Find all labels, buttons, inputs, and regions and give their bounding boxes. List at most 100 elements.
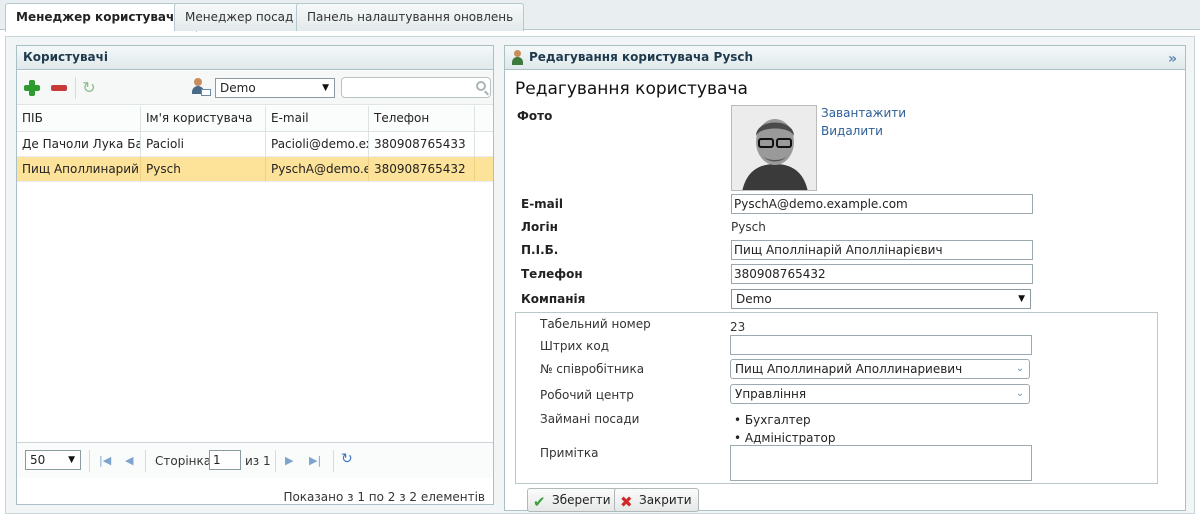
app-window: Менеджер користувачів Менеджер посад Пан… (0, 0, 1200, 520)
workcenter-combo-value: Управління (735, 387, 807, 401)
refresh-icon[interactable]: ↻ (341, 451, 353, 467)
edit-panel-header: Редагування користувача Pysch » (505, 46, 1185, 70)
note-textarea[interactable] (730, 445, 1032, 481)
delete-photo-link[interactable]: Видалити (821, 124, 883, 138)
pager-divider (89, 450, 90, 472)
position-item-label: Адміністратор (744, 431, 836, 445)
refresh-icon[interactable]: ↻ (80, 79, 98, 97)
users-search-input[interactable] (341, 77, 491, 98)
upload-photo-link[interactable]: Завантажити (821, 106, 906, 120)
table-row-selected[interactable]: Пищ Аполлинарий А Pysch PyschA@demo.ex 3… (17, 157, 493, 182)
users-panel: Користувачі ↻ Demo ▼ ПІБ Ім'я користувач… (16, 45, 494, 505)
page-size-select[interactable]: 50 ▼ (25, 450, 81, 470)
close-button-label: Закрити (639, 493, 692, 507)
pager: 50 ▼ |◀ ◀ Сторінка 1 из 1 ▶ ▶| ↻ (17, 442, 493, 478)
position-item: • Адміністратор (734, 431, 836, 445)
employee-combo[interactable]: Пищ Аполлинарий Аполлинариевич ⌄ (730, 359, 1030, 379)
photo-label: Фото (517, 109, 553, 123)
user-photo (731, 105, 817, 191)
position-item: • Бухгалтер (734, 413, 811, 427)
prev-page-icon[interactable]: ◀ (125, 454, 133, 467)
login-label: Логін (521, 220, 558, 234)
search-icon (476, 81, 486, 91)
save-button[interactable]: ✔ Зберегти (527, 488, 618, 512)
page-size-value: 50 (30, 453, 46, 467)
last-page-icon[interactable]: ▶| (309, 454, 321, 467)
first-page-icon[interactable]: |◀ (99, 454, 111, 467)
email-label: E-mail (521, 197, 564, 211)
cell-phone: 380908765432 (369, 157, 475, 181)
workcenter-combo[interactable]: Управління ⌄ (730, 384, 1030, 404)
remove-user-icon[interactable] (50, 79, 68, 97)
cell-fio: Де Пачоли Лука Барт (17, 132, 141, 156)
table-row[interactable]: Де Пачоли Лука Барт Pacioli Pacioli@demo… (17, 132, 493, 157)
users-table: ПІБ Ім'я користувача E-mail Телефон Де П… (17, 106, 493, 182)
users-panel-header: Користувачі (17, 46, 493, 70)
phone-field[interactable]: 380908765432 (731, 264, 1033, 284)
employee-details-box: Табельний номер 23 Штрих код № співробіт… (515, 312, 1158, 484)
dropdown-arrow-icon: ▼ (68, 455, 75, 465)
tab-update-settings[interactable]: Панель налаштування оновлень (296, 3, 525, 31)
page-label: Сторінка (155, 454, 212, 468)
email-field[interactable]: PyschA@demo.example.com (731, 194, 1033, 214)
barcode-field[interactable] (730, 335, 1032, 355)
column-header-email[interactable]: E-mail (266, 106, 369, 131)
company-select-value: Demo (736, 292, 772, 306)
company-filter-value: Demo (220, 81, 256, 95)
toolbar-divider (75, 77, 76, 99)
cell-username: Pacioli (141, 132, 266, 156)
tab-number-label: Табельний номер (540, 317, 651, 331)
save-button-label: Зберегти (552, 493, 611, 507)
position-item-label: Бухгалтер (744, 413, 811, 427)
close-button[interactable]: ✖ Закрити (614, 488, 699, 512)
column-header-phone[interactable]: Телефон (369, 106, 475, 131)
pager-divider (145, 450, 146, 472)
shown-info-text: Показано з 1 по 2 з 2 елементів (283, 490, 485, 504)
tab-user-manager[interactable]: Менеджер користувачів (5, 3, 197, 32)
table-header: ПІБ Ім'я користувача E-mail Телефон (17, 106, 493, 132)
company-select[interactable]: Demo ▼ (731, 289, 1031, 309)
dropdown-arrow-icon: ▼ (322, 83, 329, 93)
positions-label: Займані посади (540, 412, 640, 426)
page-number-input[interactable]: 1 (209, 450, 241, 470)
tab-position-manager[interactable]: Менеджер посад (174, 3, 305, 31)
fio-field[interactable]: Пищ Аполлінарій Аполлінарієвич (731, 240, 1033, 260)
next-page-icon[interactable]: ▶ (285, 454, 293, 467)
add-user-icon[interactable] (23, 79, 41, 97)
pager-divider (275, 450, 276, 472)
user-mail-icon (191, 78, 211, 98)
cell-phone: 380908765433 (369, 132, 475, 156)
user-icon (512, 50, 523, 65)
barcode-label: Штрих код (540, 339, 610, 353)
pager-divider (333, 450, 334, 472)
employee-number-label: № співробітника (540, 362, 645, 376)
company-filter-select[interactable]: Demo ▼ (215, 78, 335, 98)
cell-username: Pysch (141, 157, 266, 181)
note-label: Примітка (540, 446, 599, 460)
edit-panel-header-text: Редагування користувача Pysch (529, 50, 754, 64)
collapse-panel-icon[interactable]: » (1168, 48, 1177, 71)
checkmark-icon: ✔ (533, 493, 546, 511)
main-content: Користувачі ↻ Demo ▼ ПІБ Ім'я користувач… (5, 36, 1195, 514)
page-count-label: из 1 (245, 454, 271, 468)
login-value: Pysch (731, 220, 766, 234)
employee-combo-value: Пищ Аполлинарий Аполлинариевич (735, 362, 963, 376)
cell-email: Pacioli@demo.exa (266, 132, 369, 156)
phone-label: Телефон (521, 267, 583, 281)
chevron-down-icon: ⌄ (1015, 363, 1025, 374)
user-photo-image (732, 106, 816, 190)
fio-label: П.І.Б. (521, 243, 559, 257)
column-header-fio[interactable]: ПІБ (17, 106, 141, 131)
edit-form-title: Редагування користувача (515, 79, 748, 99)
tab-number-value: 23 (730, 320, 746, 334)
dropdown-arrow-icon: ▼ (1018, 294, 1025, 304)
cell-email: PyschA@demo.ex (266, 157, 369, 181)
close-icon: ✖ (620, 493, 633, 511)
users-toolbar: ↻ Demo ▼ (17, 71, 493, 105)
column-header-username[interactable]: Ім'я користувача (141, 106, 266, 131)
cell-fio: Пищ Аполлинарий А (17, 157, 141, 181)
tab-bar: Менеджер користувачів Менеджер посад Пан… (0, 0, 1200, 32)
chevron-down-icon: ⌄ (1015, 388, 1025, 399)
edit-user-panel: Редагування користувача Pysch » Редагува… (504, 45, 1186, 512)
company-label: Компанія (521, 292, 586, 306)
